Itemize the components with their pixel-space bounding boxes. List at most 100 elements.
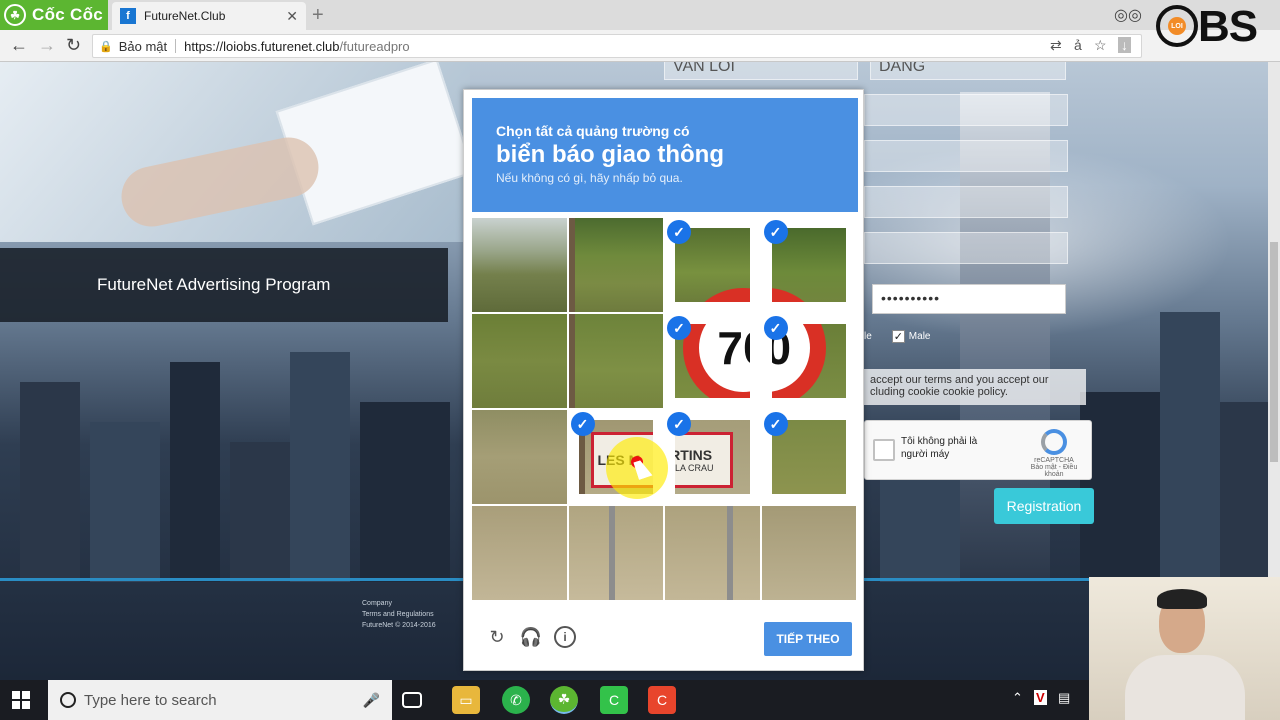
captcha-instructions: Chọn tất cả quảng trường có biển báo gia… [472, 98, 858, 212]
captcha-tile[interactable] [472, 506, 567, 600]
tile-image [568, 218, 663, 312]
coccoc-taskbar-icon[interactable]: ☘ [550, 686, 578, 714]
recaptcha-brand: reCAPTCHA Bảo mật - Điều khoản [1025, 429, 1083, 478]
back-icon[interactable]: ← [10, 35, 28, 56]
microphone-icon[interactable]: 🎤 [363, 692, 380, 709]
reload-icon[interactable]: ↻ [66, 35, 81, 56]
file-explorer-icon[interactable]: ▭ [452, 686, 480, 714]
wooden-pole [568, 314, 575, 408]
vietnamese-input-icon[interactable]: ả [1074, 37, 1082, 53]
url-bar[interactable]: 🔒 Bảo mật https://loiobs.futurenet.club … [92, 34, 1142, 58]
recaptcha-widget: Tôi không phải là người máy reCAPTCHA Bả… [864, 420, 1092, 480]
task-view-icon[interactable] [402, 692, 422, 708]
recaptcha-links[interactable]: Bảo mật - Điều khoản [1025, 464, 1083, 478]
scrollbar-thumb[interactable] [1270, 242, 1278, 462]
wooden-pole [568, 218, 575, 312]
captcha-tile[interactable]: 70✓ [665, 218, 760, 312]
reload-challenge-icon[interactable]: ↻ [486, 626, 508, 648]
form-field[interactable] [864, 186, 1068, 218]
first-name-value: VAN LOI [673, 62, 735, 75]
captcha-tile[interactable] [761, 506, 856, 600]
last-name-field[interactable]: DANG [870, 62, 1066, 80]
male-checkbox[interactable]: ✓ [891, 330, 905, 343]
building [170, 362, 220, 582]
presenter-body [1125, 655, 1245, 720]
selected-check-icon: ✓ [763, 316, 788, 340]
webcam-overlay [1089, 577, 1280, 720]
close-tab-icon[interactable]: ✕ [286, 8, 298, 25]
browser-name: Cốc Cốc [32, 5, 104, 24]
selected-check-icon: ✓ [667, 220, 691, 244]
speed-limit-sign: 70 [771, 288, 826, 302]
selected-check-icon: ✓ [667, 316, 691, 340]
form-field[interactable] [864, 94, 1068, 126]
network-icon[interactable]: ▤ [1058, 690, 1070, 706]
tile-image [472, 410, 567, 504]
registration-button[interactable]: Registration [994, 488, 1094, 524]
captcha-tile[interactable]: ARTINSDE LA CRAU✓ [665, 410, 760, 504]
last-name-value: DANG [879, 62, 926, 75]
audio-challenge-icon[interactable]: 🎧 [520, 626, 542, 648]
camtasia-green-icon[interactable]: C [600, 686, 628, 714]
vietkey-icon[interactable]: V [1034, 690, 1047, 705]
password-field[interactable]: •••••••••• [872, 284, 1066, 314]
taskbar-search[interactable]: Type here to search 🎤 [48, 680, 392, 720]
captcha-tile[interactable] [472, 410, 567, 504]
next-button[interactable]: TIẾP THEO [764, 622, 852, 656]
tab-title: FutureNet.Club [144, 9, 226, 23]
captcha-tile[interactable] [568, 314, 663, 408]
footer-terms-link[interactable]: Terms and Regulations [362, 609, 436, 620]
footer-company-link[interactable]: Company [362, 598, 436, 609]
obs-logo-icon: LOI [1156, 5, 1198, 47]
browser-tab-bar: ☘ Cốc Cốc f FutureNet.Club ✕ + ◎◎ [0, 0, 1280, 30]
hand-graphic [115, 131, 325, 233]
instruction-target: biển báo giao thông [496, 141, 724, 168]
captcha-tile[interactable] [665, 506, 760, 600]
captcha-tile[interactable]: 70✓ [761, 314, 856, 408]
incognito-icon[interactable]: ◎◎ [1114, 5, 1142, 25]
sign-post [608, 506, 615, 600]
recaptcha-brand-text: reCAPTCHA [1034, 457, 1074, 464]
captcha-tile[interactable]: ✓ [761, 410, 856, 504]
new-tab-icon[interactable]: + [312, 4, 324, 27]
camtasia-red-icon[interactable]: C [648, 686, 676, 714]
building [20, 382, 80, 582]
info-icon[interactable]: i [554, 626, 576, 648]
town-name-sign: ARTINSDE LA CRAU [675, 432, 733, 488]
selected-check-icon: ✓ [763, 412, 788, 436]
form-field[interactable] [864, 140, 1068, 172]
captcha-tile[interactable]: 70✓ [665, 314, 760, 408]
url-path: /futureadpro [339, 38, 410, 54]
cortana-icon [60, 692, 76, 708]
captcha-tile[interactable]: 70 ✓ [761, 218, 856, 312]
coccoc-logo-icon: ☘ [4, 4, 26, 26]
download-icon[interactable]: ↓ [1118, 37, 1131, 53]
tile-image [472, 314, 567, 408]
captcha-tile[interactable] [568, 506, 663, 600]
tab-futurenet[interactable]: f FutureNet.Club ✕ [112, 2, 306, 30]
terms-notice: accept our terms and you accept our clud… [864, 369, 1086, 405]
bookmark-star-icon[interactable]: ☆ [1094, 37, 1107, 54]
futurenet-favicon-icon: f [120, 8, 136, 24]
form-field[interactable] [864, 232, 1068, 264]
recaptcha-checkbox[interactable] [873, 439, 895, 461]
translate-icon[interactable]: ⇄ [1050, 37, 1062, 54]
forward-icon[interactable]: → [38, 35, 56, 56]
windows-start-icon[interactable] [12, 691, 30, 709]
chat-app-icon[interactable]: ✆ [502, 686, 530, 714]
first-name-field[interactable]: VAN LOI [664, 62, 858, 80]
selected-check-icon: ✓ [763, 220, 788, 244]
obs-badge: LOI [1168, 17, 1186, 35]
captcha-tile[interactable] [472, 314, 567, 408]
instruction-line1: Chọn tất cả quảng trường có [496, 123, 690, 139]
captcha-tile[interactable] [568, 218, 663, 312]
tile-image [568, 314, 663, 408]
captcha-challenge: Chọn tất cả quảng trường có biển báo gia… [463, 89, 864, 671]
program-banner: FutureNet Advertising Program [0, 248, 448, 322]
obs-letters: BS [1198, 2, 1258, 51]
coccoc-menu-button[interactable]: ☘ Cốc Cốc [0, 0, 108, 30]
tile-image [761, 506, 856, 600]
tray-chevron-icon[interactable]: ⌃ [1012, 690, 1023, 706]
captcha-tile[interactable] [472, 218, 567, 312]
captcha-grid: 70✓70✓70✓70✓LES M✓ARTINSDE LA CRAU✓✓ [472, 218, 858, 606]
